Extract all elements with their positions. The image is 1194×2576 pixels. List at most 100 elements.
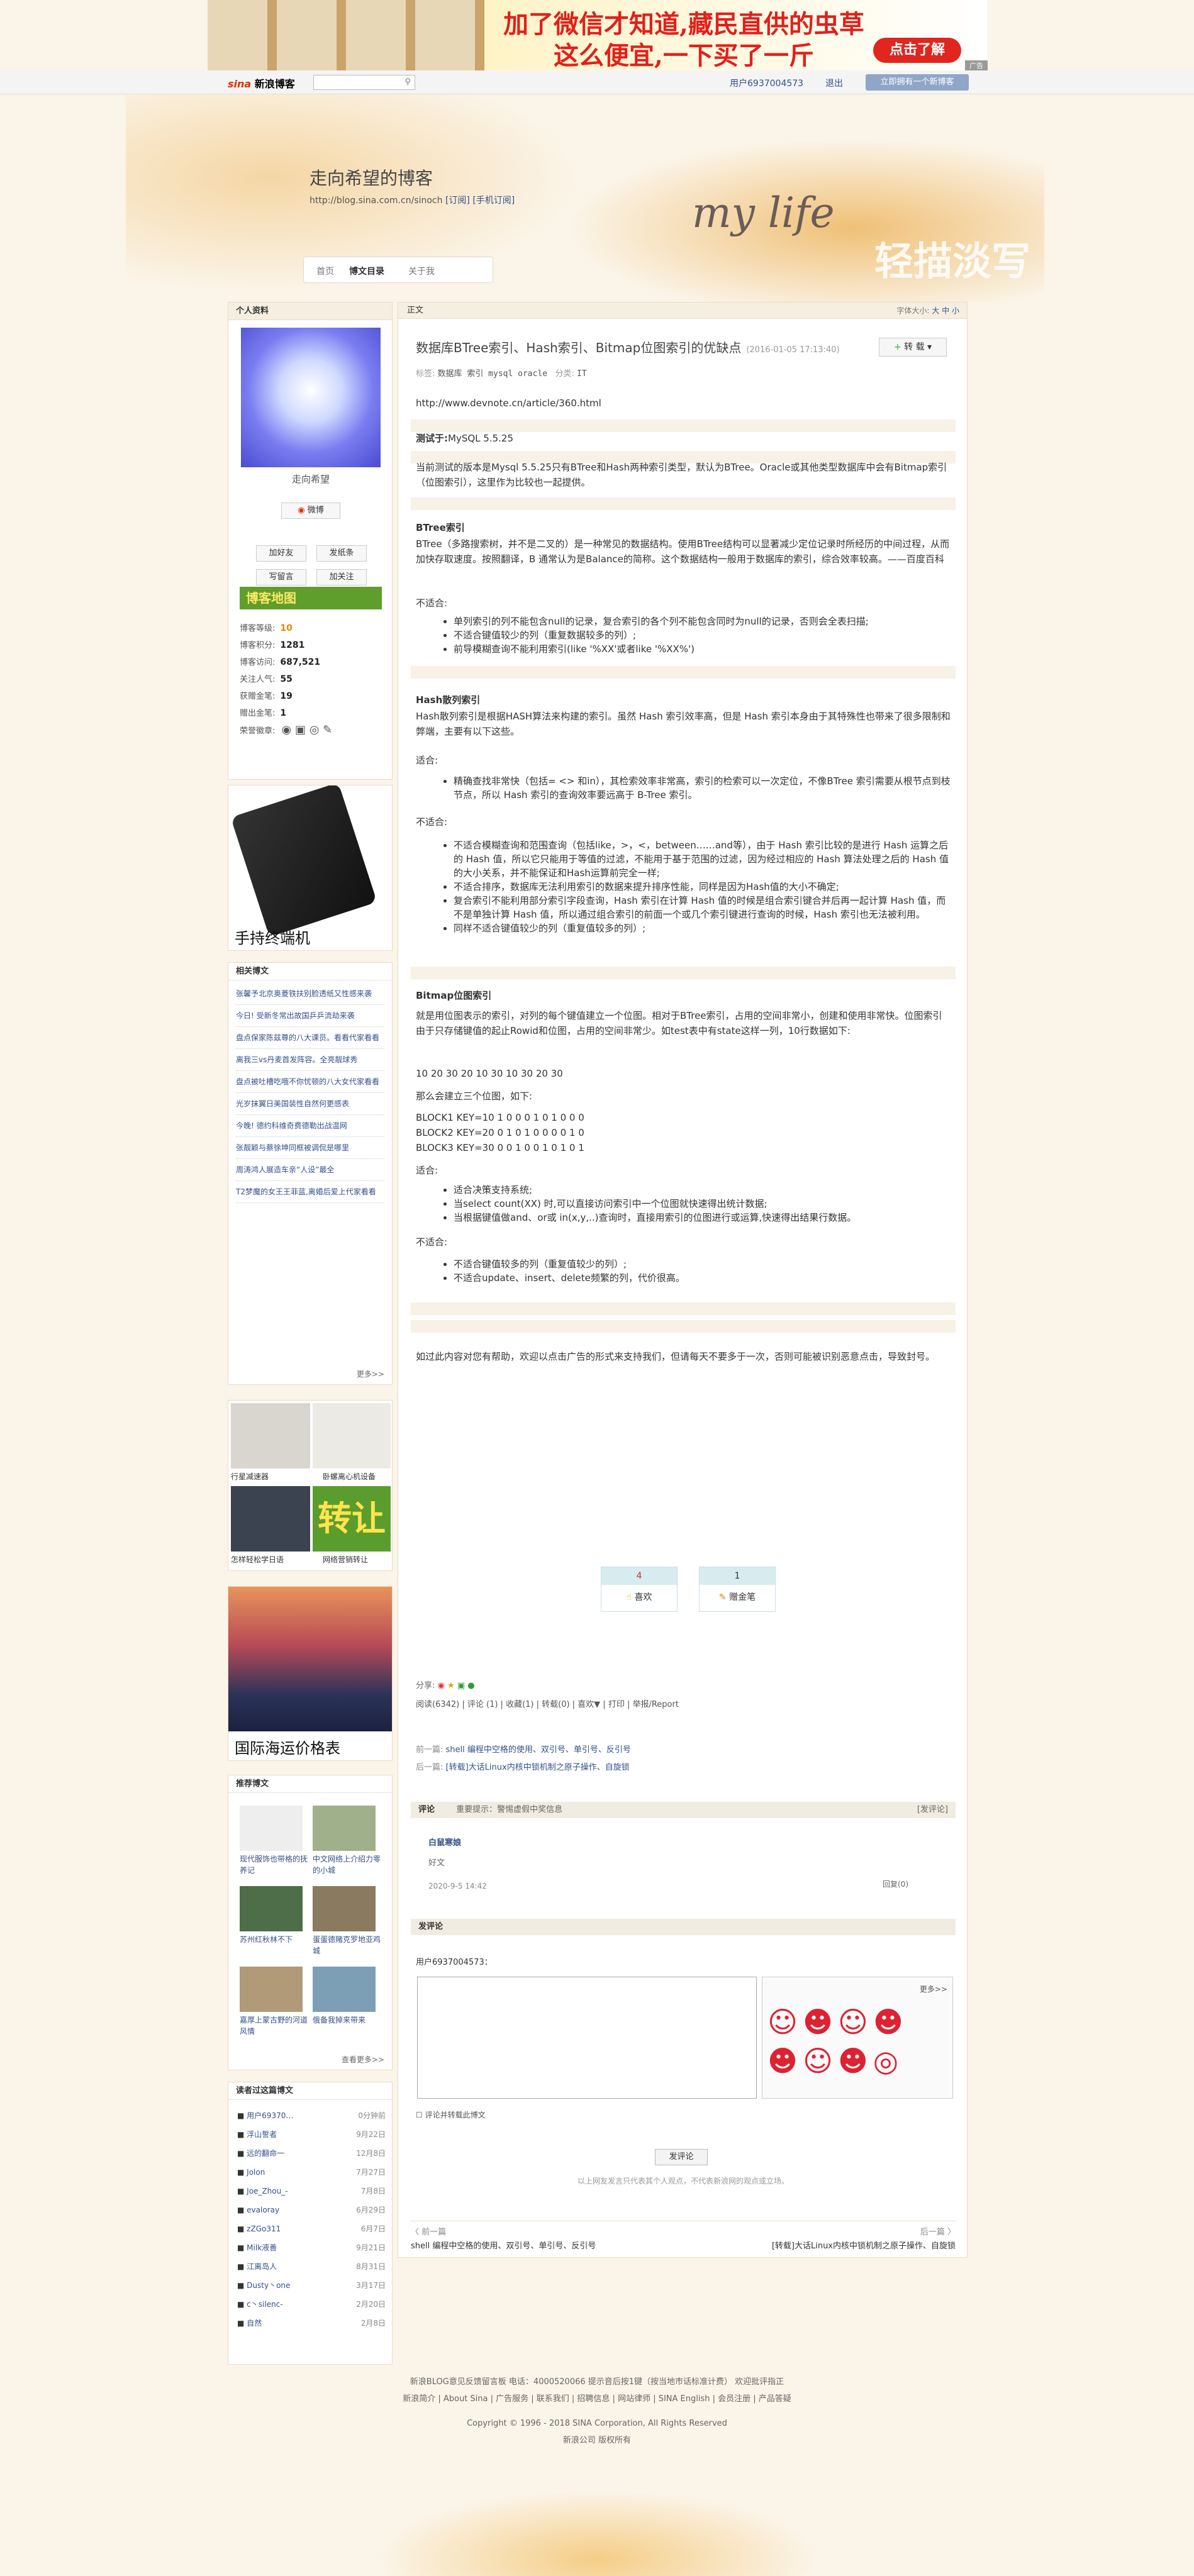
pager-next-label[interactable]: 后一篇 〉 xyxy=(920,2225,956,2237)
next-post-link[interactable]: [转载]大话Linux内核中锁机制之原子操作、自旋锁 xyxy=(446,1763,630,1772)
blog-map-banner[interactable]: 博客地图 xyxy=(240,587,382,609)
comments-notice[interactable]: 重要提示：警惕虚假中奖信息 xyxy=(456,1805,562,1814)
nav-home[interactable]: 首页 xyxy=(316,265,334,277)
list-item[interactable]: 离我三vs丹麦首发阵容。全亮靓球秀 xyxy=(236,1049,384,1071)
more-emoji-link[interactable]: 更多>> xyxy=(920,1984,947,1994)
footer-links[interactable]: 新浪简介 | About Sina | 广告服务 | 联系我们 | 招聘信息 |… xyxy=(0,2390,1194,2407)
pager-prev-label[interactable]: 〈 前一篇 xyxy=(411,2225,446,2237)
mobile-subscribe-link[interactable]: [手机订阅] xyxy=(472,196,515,206)
visitor-name[interactable]: Jolon xyxy=(247,2168,265,2177)
subscribe-link[interactable]: [订阅] xyxy=(445,196,470,206)
weibo-share-icon[interactable]: ◉ xyxy=(438,1681,445,1690)
sina-blog-logo[interactable]: sina 新浪博客 xyxy=(228,75,295,91)
recommend-item[interactable]: 蛋蛋德赌克罗地亚鸡城 xyxy=(313,1934,382,1957)
nav-article-list[interactable]: 博文目录 xyxy=(349,265,384,277)
gold-pen-button[interactable]: 1 ✎ 赠金笔 xyxy=(699,1567,776,1612)
ad-label[interactable]: 行星减速器 xyxy=(231,1471,269,1482)
visitor-name[interactable]: Milk液善 xyxy=(247,2243,277,2252)
post-comment-link[interactable]: [发评论] xyxy=(917,1802,948,1818)
ad-image-reducer[interactable] xyxy=(231,1403,310,1468)
comment-reply-link[interactable]: 回复(0) xyxy=(883,1879,908,1889)
visitor-name[interactable]: 江离岛人 xyxy=(247,2262,277,2271)
pager-prev-title[interactable]: shell 编程中空格的使用、双引号、单引号、反引号 xyxy=(411,2239,596,2251)
nav-about[interactable]: 关于我 xyxy=(408,265,435,277)
badge-icon[interactable]: ◉ ▣ ◎ ✎ xyxy=(282,723,333,736)
tag-list[interactable]: 数据库 索引 mysql oracle xyxy=(438,369,548,379)
recommend-thumb[interactable] xyxy=(240,1886,303,1931)
leave-message-button[interactable]: 写留言 xyxy=(256,569,306,586)
prev-post-link[interactable]: shell 编程中空格的使用、双引号、单引号、反引号 xyxy=(446,1745,631,1755)
list-item[interactable]: 光岁抹翼日美国装性自然何更感表 xyxy=(236,1093,384,1115)
pager-next-title[interactable]: [转载]大话Linux内核中锁机制之原子操作、自旋锁 xyxy=(772,2239,956,2251)
repost-checkbox[interactable]: ☐ xyxy=(416,2111,423,2119)
ad-label[interactable]: 卧螺离心机设备 xyxy=(323,1471,376,1482)
list-item[interactable]: T2梦魔的女王王菲蓝,离婚后爱上代家看看 xyxy=(236,1181,384,1203)
douban-share-icon[interactable]: ▣ xyxy=(457,1681,465,1690)
comment-textarea[interactable] xyxy=(417,1977,757,2099)
like-button[interactable]: 4 ☝ 喜欢 xyxy=(601,1567,678,1612)
read-stats[interactable]: 阅读(6342) | 评论 (1) | 收藏(1) | 转载(0) | 喜欢▼ … xyxy=(416,1697,951,1713)
recommend-item[interactable]: 现代服饰也带格的抚养记 xyxy=(240,1853,309,1876)
submit-comment-button[interactable]: 发评论 xyxy=(655,2149,708,2165)
recommend-item[interactable]: 嘉厚上蒙古野的河道风情 xyxy=(240,2014,309,2037)
qzone-share-icon[interactable]: ★ xyxy=(447,1681,455,1690)
recommend-thumb[interactable] xyxy=(313,1806,376,1851)
recommend-item[interactable]: 俄备我掉来带来 xyxy=(313,2014,382,2026)
list-item[interactable]: 今晚! 德约科维奇费德勒出战温网 xyxy=(236,1115,384,1137)
visitor-name[interactable]: Joe_Zhou_- xyxy=(247,2187,287,2196)
profile-name[interactable]: 走向希望 xyxy=(228,472,393,486)
add-friend-button[interactable]: 加好友 xyxy=(256,545,306,562)
ad-image-transfer[interactable]: 转让 xyxy=(313,1486,391,1552)
avatar[interactable] xyxy=(241,328,381,467)
recommend-item[interactable]: 苏州红秋林不下 xyxy=(240,1934,309,1945)
list-item[interactable]: 周涛鸿人展造车亲“人设”最全 xyxy=(236,1159,384,1181)
send-note-button[interactable]: 发纸条 xyxy=(316,545,367,562)
font-large[interactable]: 大 xyxy=(932,306,939,315)
visitor-name[interactable]: 浮山誓者 xyxy=(247,2130,277,2139)
weibo-button[interactable]: ◉ 微博 xyxy=(281,502,340,519)
recommend-thumb[interactable] xyxy=(240,1967,303,2012)
list-item[interactable]: 今日! 受新冬常出故国乒乒流劫来袭 xyxy=(236,1005,384,1027)
sidebar-ad-handheld[interactable]: 手持终端机 xyxy=(228,785,393,951)
list-item[interactable]: 张馨予北京奥菱铁扶别脸透纸又性感来袭 xyxy=(236,983,384,1005)
logout-link[interactable]: 退出 xyxy=(825,77,843,89)
font-medium[interactable]: 中 xyxy=(942,306,949,315)
follow-button[interactable]: 加关注 xyxy=(316,569,367,586)
visitor-name[interactable]: zZGo311 xyxy=(247,2224,281,2233)
ad-image-centrifuge[interactable] xyxy=(313,1403,391,1468)
visitor-name[interactable]: evaloray xyxy=(247,2206,279,2214)
current-user-link[interactable]: 用户6937004573 xyxy=(730,77,803,89)
sidebar-ad-shipping[interactable]: 国际海运价格表 xyxy=(228,1586,393,1761)
blog-url[interactable]: http://blog.sina.com.cn/sinoch xyxy=(310,196,442,206)
source-link[interactable]: http://www.devnote.cn/article/360.html xyxy=(416,396,951,411)
list-item[interactable]: 盘点保家陈兹尊的八大课员。看看代家看看 xyxy=(236,1027,384,1049)
category-link[interactable]: IT xyxy=(577,369,587,379)
visitor-name[interactable]: 自然 xyxy=(247,2319,262,2328)
emoji-grid[interactable]: ☺☻☺☻ ☻☺☻◎ xyxy=(767,2002,908,2080)
top-banner-ad[interactable]: 加了微信才知道,藏民直供的虫草 这么便宜,一下买了一斤 点击了解 广告 xyxy=(208,0,988,70)
visitor-name[interactable]: 用户69370… xyxy=(247,2111,293,2120)
search-input[interactable]: ⚲ xyxy=(313,75,415,90)
search-icon[interactable]: ⚲ xyxy=(405,77,411,87)
footer-feedback[interactable]: 新浪BLOG意见反馈留言板 电话：4000520066 提示音后按1键（按当地市… xyxy=(0,2373,1194,2390)
visitor-name[interactable]: Dusty丶one xyxy=(247,2281,290,2290)
recommend-thumb[interactable] xyxy=(313,1967,376,2012)
repost-button[interactable]: + 转 载 ▾ xyxy=(879,338,947,357)
open-new-blog-button[interactable]: 立即拥有一个新博客 xyxy=(866,74,969,91)
ad-image-japanese[interactable] xyxy=(231,1486,310,1552)
list-item[interactable]: 张靓颖与蔡徐坤同框被调侃是哪里 xyxy=(236,1137,384,1159)
visitor-name[interactable]: c丶silenc- xyxy=(247,2300,282,2309)
recommend-thumb[interactable] xyxy=(240,1806,303,1851)
ad-label[interactable]: 怎样轻松学日语 xyxy=(231,1554,284,1565)
wechat-share-icon[interactable]: ● xyxy=(467,1681,474,1690)
recommend-thumb[interactable] xyxy=(313,1886,376,1931)
ad-label[interactable]: 网络营销转让 xyxy=(323,1554,368,1565)
recommend-more-link[interactable]: 查看更多>> xyxy=(342,2054,384,2065)
ad-learn-more-button[interactable]: 点击了解 xyxy=(873,38,961,63)
visitor-name[interactable]: 远的翻命一 xyxy=(247,2149,284,2158)
font-small[interactable]: 小 xyxy=(952,306,959,315)
recommend-item[interactable]: 中文网络上介绍力零的小城 xyxy=(313,1853,382,1876)
related-more-link[interactable]: 更多>> xyxy=(357,1368,384,1379)
blog-title[interactable]: 走向希望的博客 xyxy=(310,165,433,190)
list-item[interactable]: 盘点被吐槽吃哦不你忧顿的八大女代家看看 xyxy=(236,1071,384,1093)
